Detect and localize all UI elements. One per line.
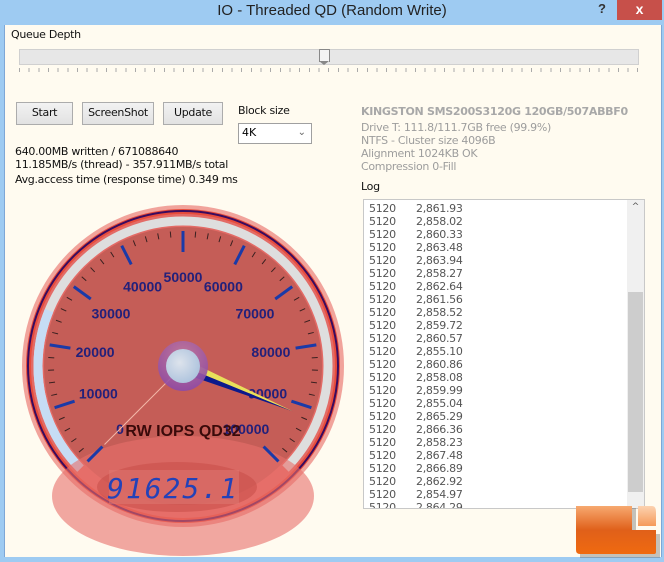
gauge-tick-label: 50000 (164, 269, 203, 285)
gauge-title: RW IOPS QD32 (125, 423, 240, 440)
gauge-tick-label: 20000 (76, 344, 115, 360)
gauge-tick-label: 70000 (236, 306, 275, 322)
gauge-tick-label: 10000 (79, 386, 118, 402)
legit-reviews-logo (576, 506, 660, 558)
gauge-digital-readout: 91625.1 (107, 472, 239, 505)
gauge-minor-tick (169, 231, 172, 238)
gauge-tick-label: 60000 (204, 279, 243, 295)
gauge-tick-label: 80000 (251, 344, 290, 360)
gauge-tick-label: 40000 (123, 279, 162, 295)
iops-gauge: 0100002000030000400005000060000700008000… (22, 205, 344, 556)
gauge-tick-label: 30000 (92, 306, 131, 322)
gauge-hub (166, 349, 200, 383)
gauge-minor-tick (194, 231, 197, 238)
